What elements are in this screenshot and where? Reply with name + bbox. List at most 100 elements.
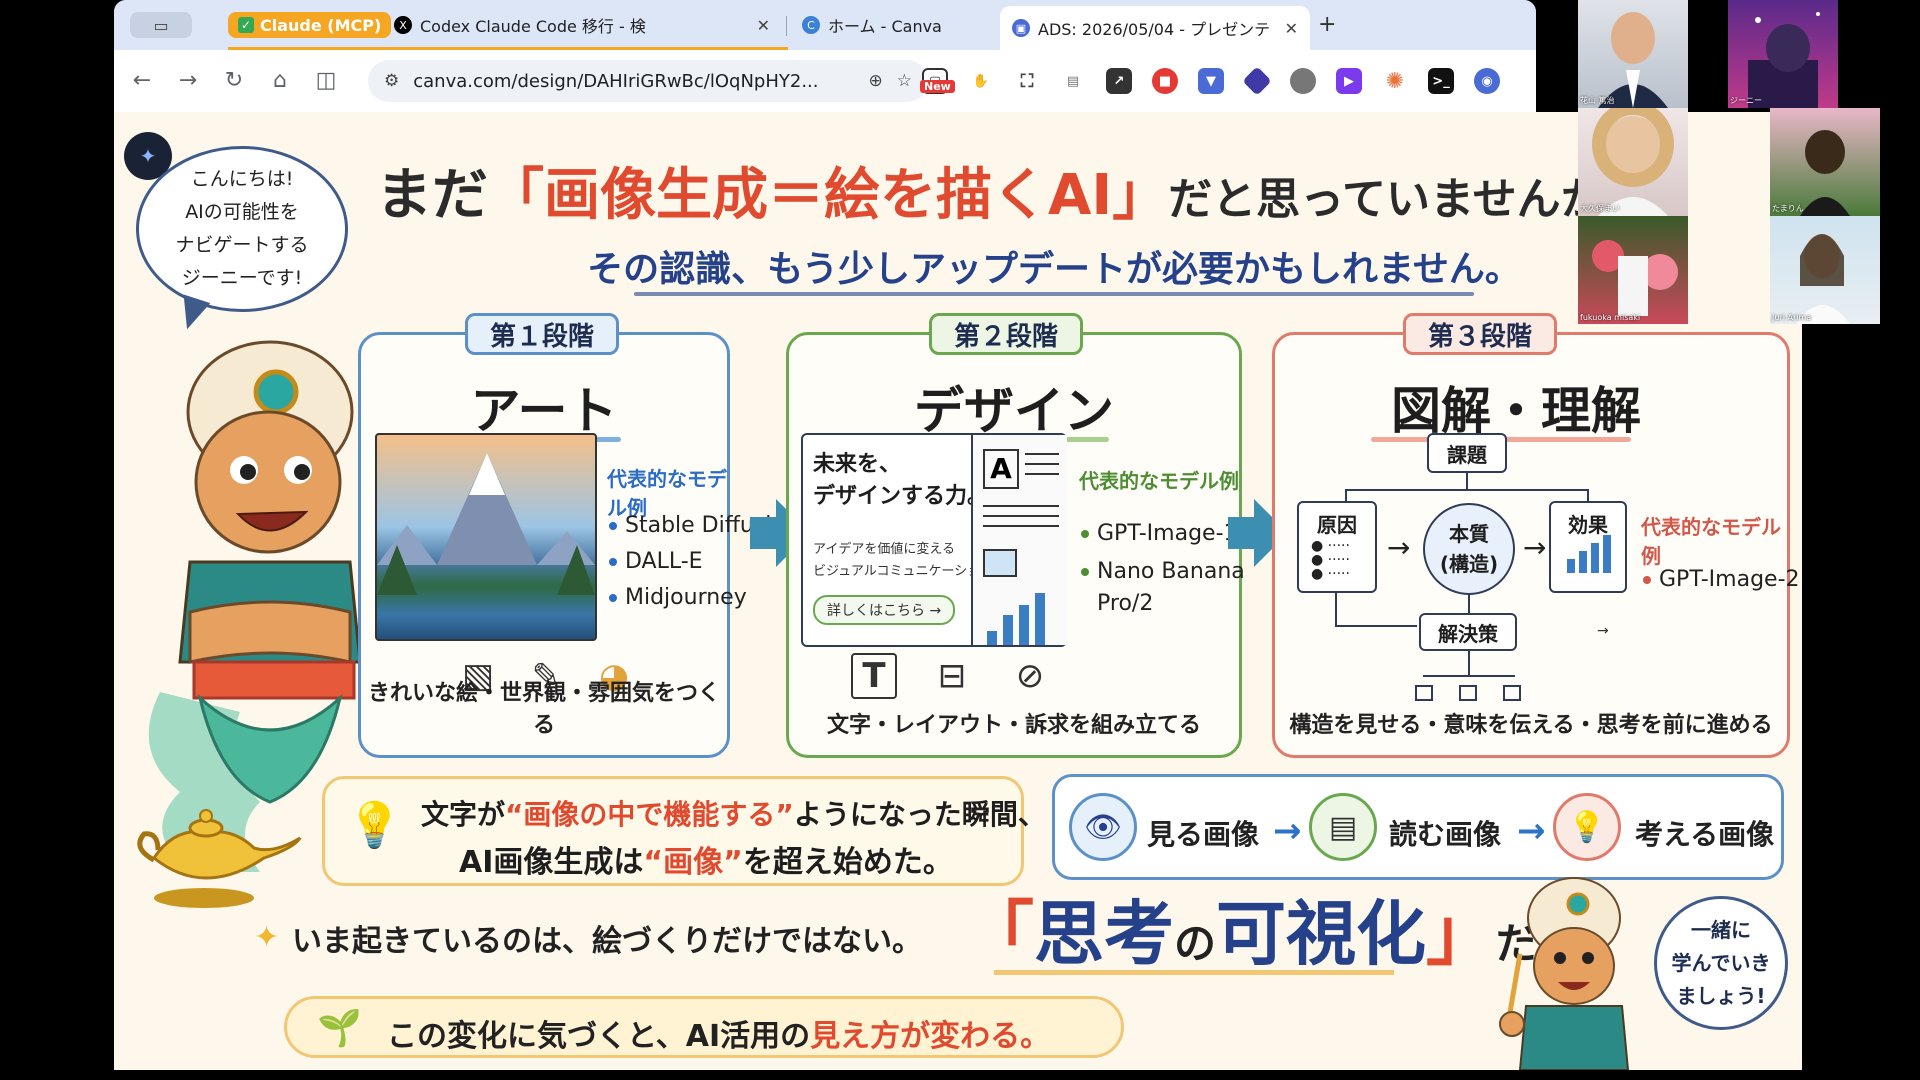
connector	[1345, 489, 1589, 491]
insight-callout: 💡 文字が“画像の中で機能する”ようになった瞬間、 AI画像生成は“画像”を超え…	[322, 776, 1046, 886]
bar-icon	[987, 631, 997, 645]
site-settings-icon[interactable]: ⚙	[384, 71, 399, 91]
key-word: 可視化	[1216, 893, 1427, 975]
tab-group-claude-mcp[interactable]: ✓ Claude (MCP)	[228, 12, 392, 38]
bubble-line: 学んでいき	[1671, 950, 1771, 975]
headline-post: だと思っていませんか	[1168, 174, 1605, 225]
flow-label: 見る画像	[1147, 818, 1260, 851]
screenshot-icon[interactable]: ⛶	[1014, 68, 1040, 94]
stage-2-model-head: 代表的なモデル例	[1079, 469, 1239, 493]
split-view-icon[interactable]: ◫	[312, 68, 340, 93]
model-name: Nano Banana	[1097, 559, 1245, 584]
sparkle-icon: ✦	[254, 920, 280, 955]
node-effect: 効果	[1549, 501, 1627, 593]
participant-video-tile[interactable]: 大久保まい	[1578, 108, 1688, 216]
stage-2-label: 第２段階	[929, 313, 1084, 355]
callout-text: を超え始めた。	[742, 845, 953, 880]
node-label: 効果	[1568, 513, 1608, 537]
tab-ads-presentation[interactable]: ▣ ADS: 2026/05/04 - プレゼンテ ✕	[1000, 6, 1310, 50]
model-name: Midjourney	[625, 585, 747, 610]
node-label: 本質	[1449, 522, 1489, 546]
target-icon: ⊘	[1015, 656, 1045, 696]
participant-video-tile[interactable]: Juri Arima	[1770, 216, 1880, 324]
check-icon: ✓	[238, 17, 254, 33]
stage-1-card: 第１段階 アート 代表的なモデル例 Stable Diffusion DALL-…	[358, 313, 799, 758]
close-icon[interactable]: ✕	[1285, 19, 1298, 38]
stage-3-model: GPT-Image-2	[1643, 567, 1800, 592]
bubble-line: 一緒に	[1691, 917, 1751, 942]
home-icon[interactable]: ⌂	[266, 68, 294, 93]
stage-3-label: 第３段階	[1403, 313, 1558, 355]
bubble-line: ましょう!	[1676, 983, 1766, 1008]
address-bar[interactable]: ⚙ canva.com/design/DAHIriGRwBc/lOqNpHY2.…	[368, 60, 928, 102]
participant-avatar	[1598, 12, 1668, 108]
document-icon: ▤	[1309, 793, 1377, 861]
new-tab-icon[interactable]: +	[1318, 12, 1336, 37]
bubble-line: こんにちは!	[190, 168, 294, 190]
key-message-underline	[994, 970, 1394, 975]
participant-avatar	[1592, 108, 1674, 216]
key-open-bracket: 「	[964, 893, 1034, 975]
participant-video-tile[interactable]: ジーニー	[1728, 0, 1838, 108]
star-icon[interactable]: ☆	[897, 71, 912, 91]
headline-open-bracket: 「	[488, 163, 544, 228]
bottom-statement: いま起きているのは、絵づくりだけではない。	[292, 924, 922, 959]
stop-extension-icon[interactable]: ■	[1152, 68, 1178, 94]
stage-1-label: 第１段階	[465, 313, 620, 355]
play-extension-icon[interactable]: ▶	[1336, 68, 1362, 94]
tab-codex[interactable]: X Codex Claude Code 移行 - 検 ✕	[382, 8, 782, 42]
browser-window: ▭ ✓ Claude (MCP) X Codex Claude Code 移行 …	[114, 0, 1536, 112]
banner-text: この変化に気づくと、AI活用の見え方が変わる。	[387, 1011, 1050, 1055]
letter-a-icon: A	[983, 449, 1019, 489]
connector	[1587, 489, 1589, 501]
node-essence: 本質 (構造)	[1423, 503, 1515, 595]
key-word: 思考	[1034, 893, 1174, 975]
model-name: DALL-E	[625, 549, 703, 574]
zoom-icon[interactable]: ⊕	[869, 71, 883, 91]
flow-label: 考える画像	[1635, 818, 1775, 851]
doc-line	[1025, 463, 1059, 465]
lightbulb-icon: 💡	[1553, 793, 1621, 861]
design-small-line: ビジュアルコミュニケーション	[813, 564, 994, 579]
screen: ▭ ✓ Claude (MCP) X Codex Claude Code 移行 …	[0, 0, 1920, 1080]
layout-icon: ⊟	[937, 656, 967, 696]
back-icon[interactable]: ←	[128, 68, 156, 93]
bar-icon	[1035, 593, 1045, 645]
arrow-right-icon: →	[1273, 811, 1302, 851]
design-line: デザインする力。	[813, 484, 990, 509]
forward-icon[interactable]: →	[174, 68, 202, 93]
extension-icon[interactable]: ▤	[1060, 68, 1086, 94]
hand-icon[interactable]: ✋	[968, 68, 994, 94]
participant-video-tile[interactable]: 花山 篤治	[1578, 0, 1688, 108]
tab-title: ADS: 2026/05/04 - プレゼンテ	[1038, 20, 1271, 39]
design-card-subtext: アイデアを価値に変える ビジュアルコミュニケーション	[813, 539, 993, 583]
claude-extension-icon[interactable]: ✺	[1382, 68, 1408, 94]
headline-highlight: 画像生成＝絵を描くAI	[544, 163, 1113, 228]
callout-text: AI画像生成は	[459, 845, 644, 880]
participant-name: Juri Arima	[1772, 313, 1812, 322]
participant-avatar	[1592, 240, 1678, 316]
participant-video-tile[interactable]: fukuoka misaki	[1578, 216, 1688, 324]
gemini-extension-icon[interactable]: ◉	[1474, 68, 1500, 94]
terminal-extension-icon[interactable]: >_	[1428, 68, 1454, 94]
participant-video-tile[interactable]: たまりん	[1770, 108, 1880, 216]
magic-lamp-illustration	[137, 809, 302, 908]
stage-2-model: GPT-Image-1	[1081, 521, 1238, 546]
bookmark-extension-icon[interactable]: ▼	[1198, 68, 1224, 94]
close-icon[interactable]: ✕	[757, 16, 770, 35]
design-small-line: アイデアを価値に変える	[813, 542, 955, 557]
participant-name: たまりん	[1772, 204, 1804, 213]
closing-speech-bubble: 一緒に 学んでいき ましょう!	[1654, 896, 1788, 1030]
bar-icon	[1003, 615, 1013, 645]
circle-extension-icon[interactable]	[1290, 68, 1316, 94]
reload-icon[interactable]: ↻	[220, 68, 248, 93]
chart-extension-icon[interactable]: ↗	[1106, 68, 1132, 94]
diamond-extension-icon[interactable]	[1242, 66, 1272, 96]
slide-canvas: ✦ こんにちは! AIの可能性を ナビゲートする ジーニーです! まだ「画像生成…	[114, 112, 1802, 1070]
subhead-underline	[634, 292, 1474, 296]
connector	[1468, 651, 1470, 675]
design-card-button: 詳しくはこちら →	[813, 595, 956, 625]
node-label: 原因	[1317, 513, 1357, 537]
tab-search-button[interactable]: ▭	[130, 12, 192, 38]
key-message: 「思考の可視化」だ。	[964, 878, 1579, 979]
